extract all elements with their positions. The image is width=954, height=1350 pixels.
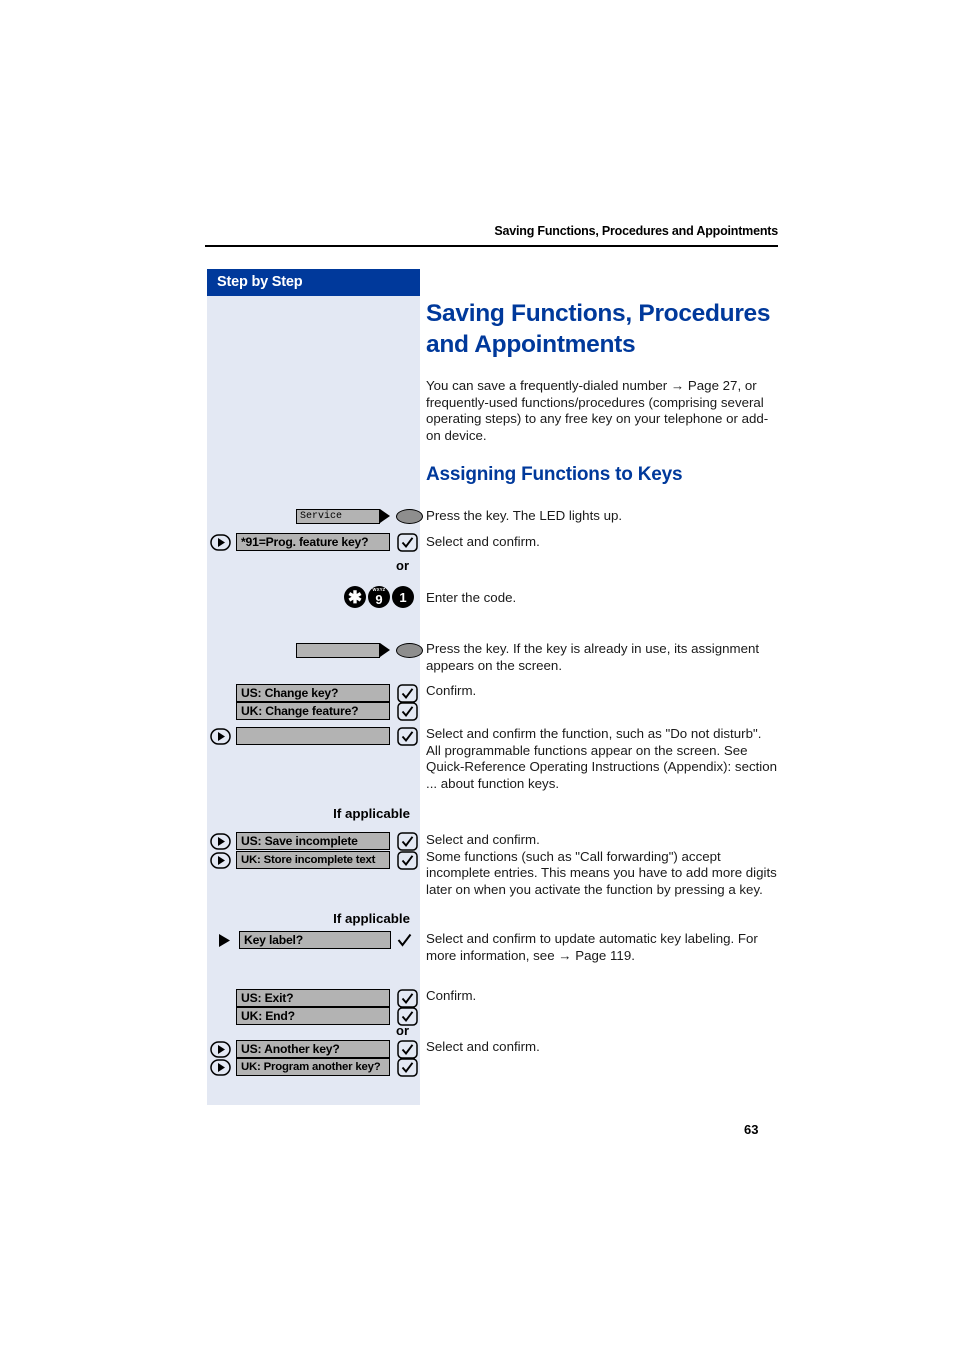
display-uk-program-another-key[interactable]: UK: Program another key?: [236, 1058, 390, 1076]
service-key-row[interactable]: Service: [296, 506, 423, 526]
display-text: Key label?: [244, 933, 303, 947]
led-indicator-icon: [396, 642, 423, 658]
display-us-exit[interactable]: US: Exit?: [236, 989, 390, 1007]
confirm-check-icon[interactable]: [396, 931, 413, 949]
dial-key-star[interactable]: ✱: [344, 586, 366, 608]
row-us-exit[interactable]: US: Exit?: [210, 988, 418, 1008]
display-us-another-key[interactable]: US: Another key?: [236, 1040, 390, 1058]
display-us-save-incomplete[interactable]: US: Save incomplete: [236, 832, 390, 850]
running-head: Saving Functions, Procedures and Appoint…: [494, 224, 778, 238]
dial-key-9[interactable]: WXYZ 9: [368, 586, 390, 608]
confirm-icon[interactable]: [397, 1039, 418, 1059]
step-confirm-2: Confirm.: [426, 988, 477, 1003]
key-pointer-icon: [380, 509, 390, 523]
page-number: 63: [744, 1122, 759, 1137]
row-uk-end[interactable]: UK: End?: [210, 1006, 418, 1026]
confirm-icon[interactable]: [397, 850, 418, 870]
dial-key-1-glyph: 1: [399, 589, 407, 605]
select-icon[interactable]: [210, 727, 231, 745]
step-enter-code: Enter the code.: [426, 590, 517, 605]
row-blank-function[interactable]: [210, 726, 418, 746]
row-prog-feature-key[interactable]: *91=Prog. feature key?: [210, 532, 418, 552]
confirm-icon[interactable]: [397, 701, 418, 721]
or-separator-2: or: [396, 1023, 409, 1038]
display-text: UK: Change feature?: [241, 704, 359, 718]
step-select-confirm-key-label: Select and confirm to update automatic k…: [426, 931, 758, 963]
row-uk-store-incomplete-text[interactable]: UK: Store incomplete text: [210, 850, 418, 870]
step-select-confirm-2: Select and confirm.: [426, 1039, 540, 1054]
display-text: UK: Program another key?: [241, 1061, 381, 1073]
confirm-icon[interactable]: [397, 683, 418, 703]
select-icon[interactable]: [210, 851, 231, 869]
confirm-icon[interactable]: [397, 831, 418, 851]
row-key-label[interactable]: Key label?: [216, 930, 413, 950]
display-text: UK: End?: [241, 1009, 295, 1023]
display-key-label[interactable]: Key label?: [239, 931, 391, 949]
section-heading: Assigning Functions to Keys: [426, 464, 683, 485]
display-text: US: Exit?: [241, 991, 294, 1005]
step-select-confirm-1: Select and confirm.: [426, 534, 540, 549]
display-uk-change-feature[interactable]: UK: Change feature?: [236, 702, 390, 720]
dial-key-star-glyph: ✱: [347, 587, 363, 607]
row-us-another-key[interactable]: US: Another key?: [210, 1039, 418, 1059]
sidebar-header: Step by Step: [207, 269, 420, 296]
display-text: US: Save incomplete: [241, 834, 358, 848]
display-uk-end[interactable]: UK: End?: [236, 1007, 390, 1025]
display-text: US: Change key?: [241, 686, 339, 700]
page-title: Saving Functions, Procedures and Appoint…: [426, 300, 771, 358]
led-indicator-icon: [396, 508, 423, 524]
select-icon[interactable]: [210, 533, 231, 551]
display-prog-feature-key[interactable]: *91=Prog. feature key?: [236, 533, 390, 551]
service-key-label: Service: [300, 510, 343, 522]
header-divider: [205, 245, 778, 247]
row-blank-key[interactable]: [296, 640, 423, 660]
row-us-save-incomplete[interactable]: US: Save incomplete: [210, 831, 418, 851]
display-text: US: Another key?: [241, 1042, 340, 1056]
dial-keypad-code[interactable]: ✱ WXYZ 9 1: [344, 586, 414, 608]
key-pointer-icon: [380, 643, 390, 657]
step-press-key-led: Press the key. The LED lights up.: [426, 508, 623, 523]
display-us-change-key[interactable]: US: Change key?: [236, 684, 390, 702]
step-select-confirm-incomplete: Select and confirm. Some functions (such…: [426, 832, 777, 897]
row-uk-program-another-key[interactable]: UK: Program another key?: [210, 1057, 418, 1077]
service-key-bar[interactable]: Service: [296, 508, 380, 524]
confirm-icon[interactable]: [397, 726, 418, 746]
confirm-icon[interactable]: [397, 1057, 418, 1077]
confirm-icon[interactable]: [397, 532, 418, 552]
step-confirm-1: Confirm.: [426, 683, 477, 698]
row-uk-change-feature[interactable]: UK: Change feature?: [210, 701, 418, 721]
confirm-icon[interactable]: [397, 988, 418, 1008]
or-separator-1: or: [396, 558, 409, 573]
display-blank-function[interactable]: [236, 727, 390, 745]
display-text: *91=Prog. feature key?: [241, 535, 369, 549]
row-us-change-key[interactable]: US: Change key?: [210, 683, 418, 703]
display-text: UK: Store incomplete text: [241, 854, 376, 866]
dial-key-9-glyph: 9: [375, 591, 383, 607]
dial-key-1[interactable]: 1: [392, 586, 414, 608]
sidebar-header-label: Step by Step: [217, 274, 303, 290]
step-press-key-assignment: Press the key. If the key is already in …: [426, 641, 760, 673]
select-icon[interactable]: [210, 1040, 231, 1058]
step-select-confirm-function: Select and confirm the function, such as…: [426, 726, 778, 791]
blank-key-bar[interactable]: [296, 642, 380, 658]
select-icon[interactable]: [210, 1058, 231, 1076]
select-icon[interactable]: [210, 832, 231, 850]
if-applicable-label-2: If applicable: [333, 911, 410, 926]
intro-paragraph: You can save a frequently-dialed number …: [426, 378, 769, 443]
select-solid-icon[interactable]: [216, 932, 233, 949]
if-applicable-label-1: If applicable: [333, 806, 410, 821]
display-uk-store-incomplete-text[interactable]: UK: Store incomplete text: [236, 851, 390, 869]
